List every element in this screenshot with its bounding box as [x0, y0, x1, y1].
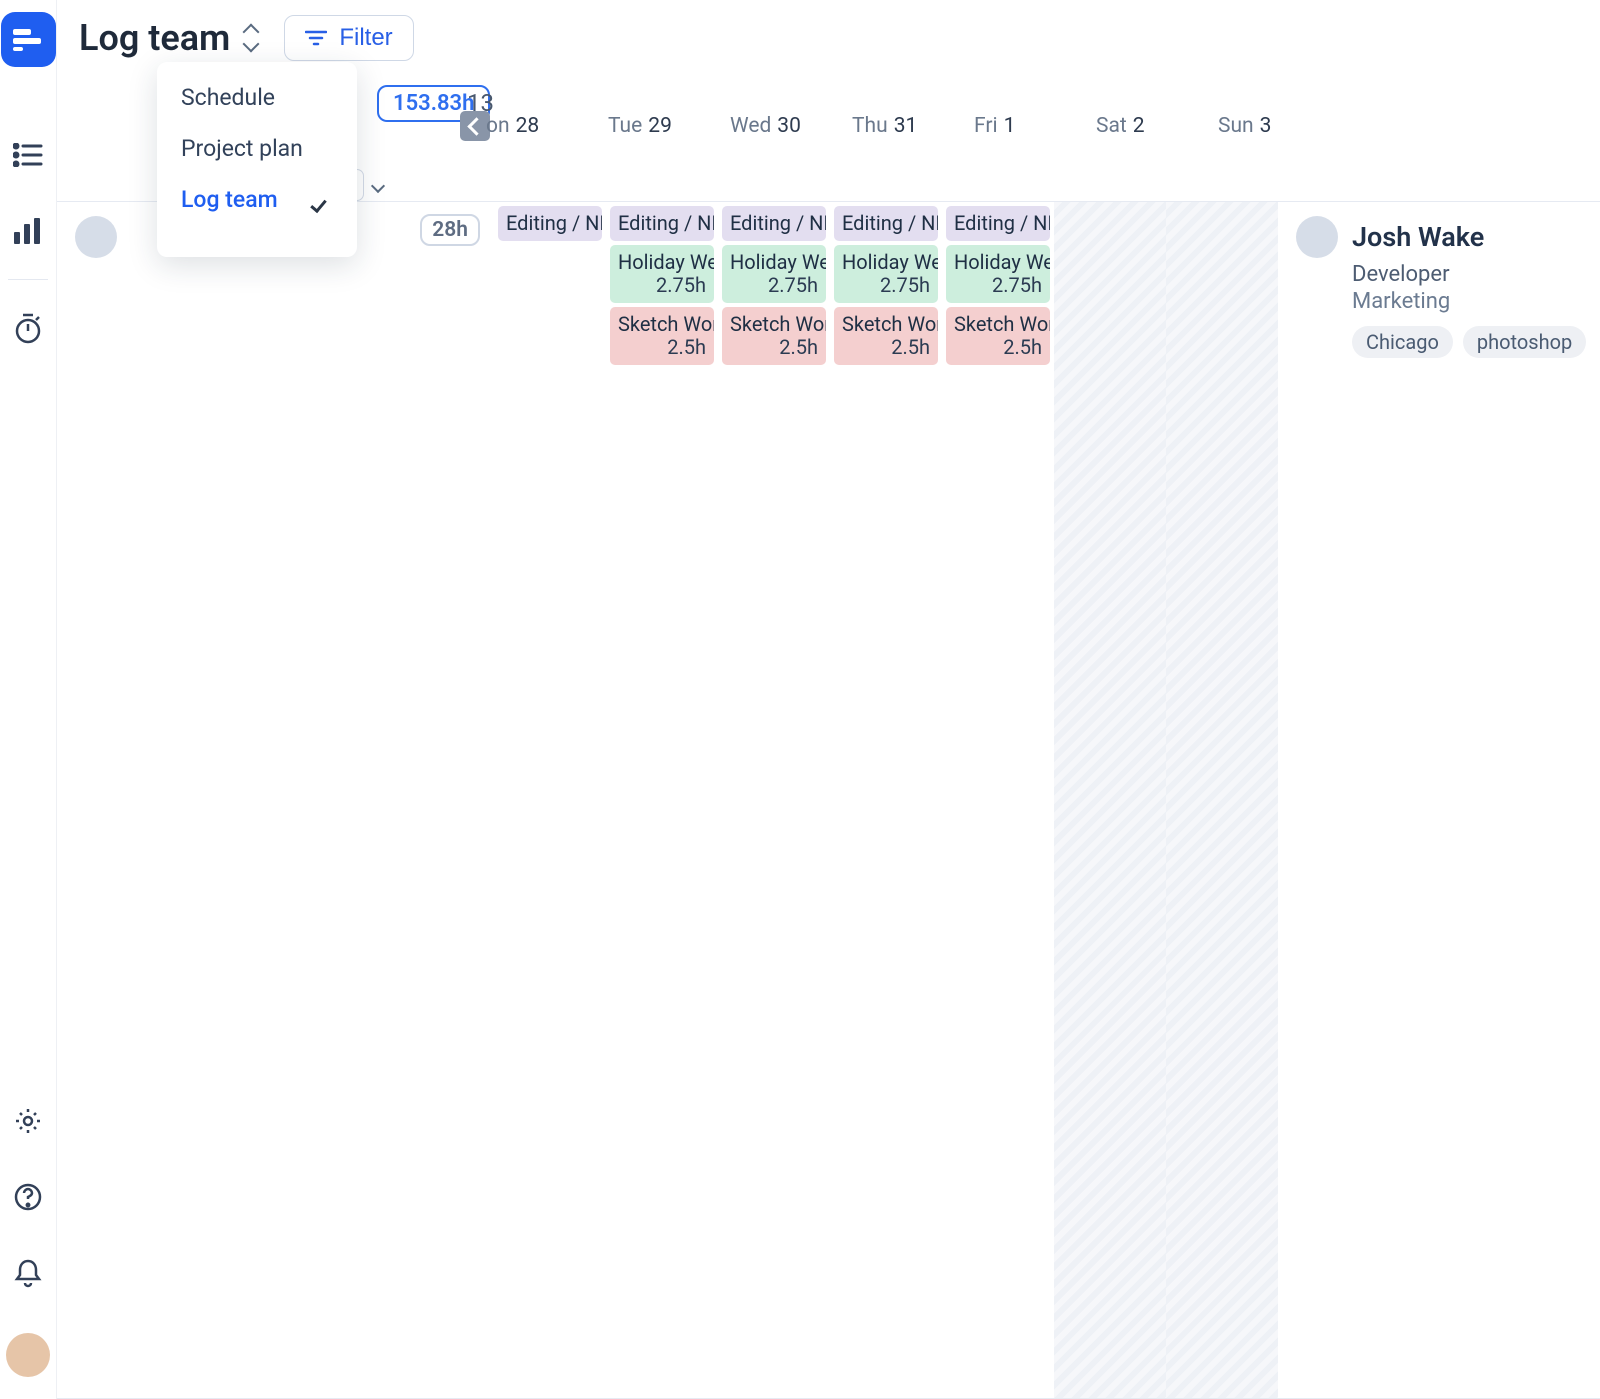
view-switcher-menu: Schedule Project plan Log team [157, 62, 357, 257]
day-header-fri: Fri1 [964, 108, 1086, 144]
nav-reports-icon[interactable] [0, 203, 56, 259]
day-cell[interactable]: Editing / NB [494, 202, 606, 1398]
view-switcher-label: Log team [79, 17, 230, 59]
person-name[interactable]: Josh Wake [1352, 221, 1484, 253]
day-header-wed: Wed30 [720, 108, 842, 144]
day-header-thu: Thu31 [842, 108, 964, 144]
task-card[interactable]: Holiday Wel2.75h [722, 245, 826, 303]
person-hours-badge: 28h [420, 214, 480, 246]
day-cell[interactable]: Editing / NB Holiday Wel2.75hSketch Wor2.… [606, 202, 718, 1398]
day-header-mon: on28 [460, 108, 598, 144]
day-cell[interactable] [1054, 202, 1166, 1398]
day-header-sat: Sat2 [1086, 108, 1208, 144]
day-cell[interactable] [1166, 202, 1278, 1398]
person-panel: Josh Wake DeveloperMarketing Chicago photos… [1278, 202, 1600, 1398]
day-header-tue: Tue29 [598, 108, 720, 144]
person-tag[interactable]: photoshop [1463, 326, 1586, 358]
nav-help-icon[interactable] [0, 1169, 56, 1225]
profile-avatar[interactable] [6, 1333, 50, 1377]
task-card[interactable]: Editing / NB [946, 206, 1050, 241]
person-panel: 28h [57, 202, 494, 1398]
task-card[interactable]: Editing / NB [498, 206, 602, 241]
logo[interactable] [1, 12, 56, 67]
task-card[interactable]: Sketch Wor2.5h [610, 307, 714, 365]
menu-item-project-plan[interactable]: Project plan [157, 123, 357, 174]
avatar [75, 216, 117, 258]
nav-timer-icon[interactable] [0, 300, 56, 356]
task-card[interactable]: Holiday Wel2.75h [946, 245, 1050, 303]
nav-list-icon[interactable] [0, 127, 56, 183]
day-cell[interactable]: Editing / NB Holiday Wel2.75hSketch Wor2.… [830, 202, 942, 1398]
nav-settings-icon[interactable] [0, 1093, 56, 1149]
task-card[interactable]: Editing / NB [834, 206, 938, 241]
menu-item-schedule[interactable]: Schedule [157, 72, 357, 123]
task-card[interactable]: Editing / NB [722, 206, 826, 241]
nav-divider [8, 279, 48, 280]
day-header-sun: Sun3 [1208, 108, 1330, 144]
day-cell[interactable]: Editing / NB Holiday Wel2.75hSketch Wor2.… [942, 202, 1054, 1398]
task-card[interactable]: Editing / NB [610, 206, 714, 241]
nav-notifications-icon[interactable] [0, 1245, 56, 1301]
person-role: Developer [1352, 262, 1600, 287]
filter-icon [305, 29, 327, 47]
task-card[interactable]: Sketch Wor2.5h [946, 307, 1050, 365]
task-card[interactable]: Sketch Wor2.5h [722, 307, 826, 365]
task-card[interactable]: Holiday Wel2.75h [610, 245, 714, 303]
days-header: on28 Tue29 Wed30 Thu31 Fri1 Sat2 Sun3 [460, 108, 1600, 144]
avatar [1296, 216, 1338, 258]
menu-item-log-team[interactable]: Log team [157, 174, 357, 225]
task-card[interactable]: Holiday Wel2.75h [834, 245, 938, 303]
filter-label: Filter [339, 24, 392, 52]
person-tag[interactable]: Chicago [1352, 326, 1453, 358]
person-dept: Marketing [1352, 289, 1600, 314]
person-schedule: Editing / NBEditing / NBHoliday Wel2.75h… [494, 202, 1278, 1398]
task-card[interactable]: Sketch Wor2.5h [834, 307, 938, 365]
nav-rail [0, 0, 57, 1399]
view-switcher[interactable]: Log team [79, 17, 260, 59]
check-icon [311, 189, 333, 211]
day-cell[interactable]: Editing / NB Holiday Wel2.75hSketch Wor2.… [718, 202, 830, 1398]
chevrons-icon [242, 24, 260, 52]
filter-button[interactable]: Filter [284, 15, 413, 61]
